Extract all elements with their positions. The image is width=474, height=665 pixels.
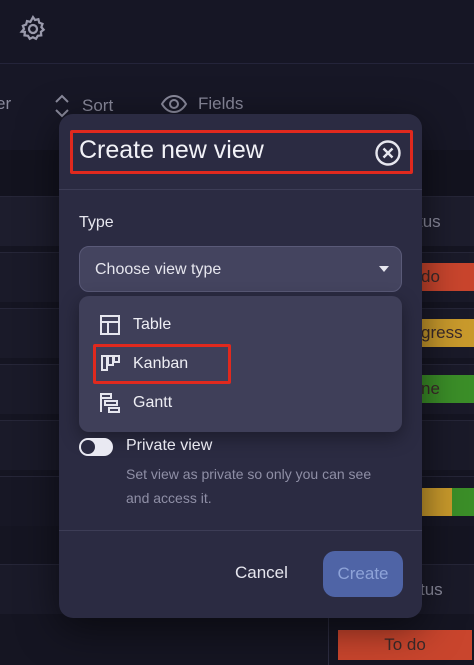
filter-label: er (0, 94, 12, 113)
option-kanban[interactable]: Kanban (99, 349, 188, 379)
close-circle-icon[interactable] (374, 139, 402, 167)
table-icon (100, 315, 120, 335)
eye-icon (160, 94, 188, 114)
option-label: Kanban (133, 355, 189, 372)
create-button[interactable]: Create (323, 551, 403, 597)
type-label: Type (79, 214, 114, 231)
status-column-header: tus (420, 580, 443, 599)
kanban-icon (101, 355, 120, 371)
view-type-dropdown: Table Kanban Gantt (79, 296, 402, 432)
option-gantt[interactable]: Gantt (99, 388, 172, 418)
private-view-help-text: Set view as private so only you can see … (126, 466, 372, 506)
top-bar (0, 0, 474, 64)
progress-segment (422, 488, 452, 516)
option-table[interactable]: Table (99, 310, 171, 340)
filter-button[interactable]: er (0, 94, 11, 114)
fields-label: Fields (198, 94, 244, 113)
gear-icon[interactable] (18, 14, 48, 44)
gantt-icon (100, 393, 120, 413)
create-view-dialog: Create new view Type Choose view type Ta… (59, 114, 422, 618)
private-view-toggle[interactable] (79, 438, 113, 456)
status-chip-todo: To do (338, 630, 472, 660)
cancel-button[interactable]: Cancel (235, 563, 288, 583)
select-placeholder: Choose view type (95, 261, 222, 278)
caret-down-icon (379, 266, 389, 272)
progress-segment (452, 488, 474, 516)
private-view-label: Private view (126, 437, 213, 454)
option-label: Gantt (133, 394, 173, 411)
toggle-knob (81, 440, 95, 454)
sort-label: Sort (82, 96, 114, 115)
footer-divider (59, 530, 422, 531)
dialog-header: Create new view (59, 114, 422, 190)
fields-button[interactable]: Fields (160, 94, 243, 114)
option-label: Table (133, 316, 172, 333)
view-type-select[interactable]: Choose view type (79, 246, 402, 292)
dialog-title: Create new view (79, 136, 264, 164)
